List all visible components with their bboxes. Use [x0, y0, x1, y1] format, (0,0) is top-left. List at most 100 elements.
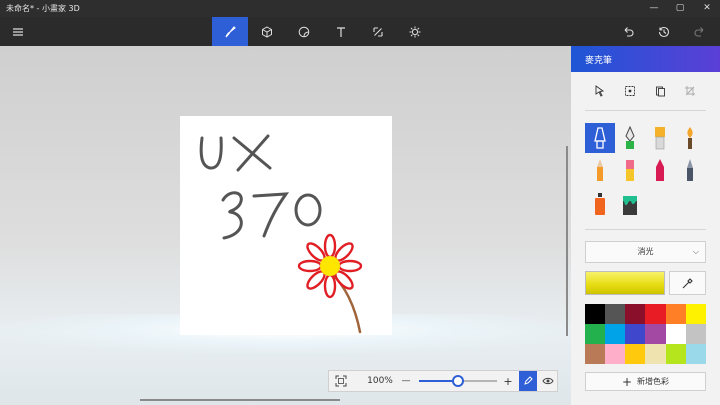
main-toolbar [0, 17, 720, 46]
calligraphy-pen-brush[interactable] [615, 123, 645, 153]
color-swatch[interactable] [605, 324, 626, 344]
color-swatch[interactable] [645, 324, 666, 344]
add-color-button[interactable]: + 新增色彩 [585, 372, 706, 391]
watercolor-brush[interactable] [675, 123, 705, 153]
magic-select-button[interactable] [619, 82, 641, 100]
add-color-label: 新增色彩 [637, 377, 670, 386]
zoom-out-button[interactable]: — [399, 371, 413, 391]
zoom-slider[interactable] [419, 375, 497, 387]
spray-can-brush[interactable] [585, 189, 615, 219]
color-swatch[interactable] [645, 344, 666, 364]
close-button[interactable]: ✕ [694, 0, 720, 17]
text-icon [337, 26, 345, 37]
color-swatch[interactable] [625, 304, 646, 324]
pixel-pen-icon [687, 159, 693, 181]
color-swatch[interactable] [625, 344, 646, 364]
menu-button[interactable] [0, 17, 36, 46]
color-swatch[interactable] [665, 304, 686, 324]
zoom-slider-thumb[interactable] [452, 375, 464, 387]
cube-icon [262, 25, 272, 38]
eyedropper-button[interactable] [669, 271, 706, 295]
finish-dropdown[interactable]: 消光 ⌵ [585, 241, 706, 263]
zoom-bar: 100% — + [328, 370, 558, 392]
color-swatch[interactable] [585, 324, 606, 344]
spray-can-icon [595, 193, 605, 215]
eraser-icon [626, 160, 634, 181]
magic-select-icon [625, 86, 635, 96]
color-swatch[interactable] [605, 304, 626, 324]
marker-brush[interactable] [585, 123, 615, 153]
eye-icon [542, 377, 554, 385]
pencil-icon [597, 159, 603, 181]
history-icon [658, 26, 670, 37]
menu-icon [13, 27, 23, 36]
color-swatch[interactable] [585, 304, 606, 324]
fit-view-icon [335, 375, 347, 387]
fill-bucket-brush[interactable] [615, 189, 645, 219]
tab-text[interactable] [323, 17, 359, 46]
maximize-button[interactable]: ▢ [667, 0, 693, 17]
color-swatch[interactable] [585, 344, 606, 364]
history-button[interactable] [646, 17, 682, 46]
color-swatch[interactable] [685, 304, 706, 324]
crayon-brush[interactable] [645, 155, 675, 185]
fill-bucket-icon [623, 196, 637, 215]
crop-icon [685, 86, 695, 96]
color-swatch[interactable] [665, 324, 686, 344]
horizontal-scrollbar[interactable] [140, 399, 340, 401]
plus-icon: + [621, 374, 633, 389]
effects-icon [409, 26, 421, 37]
window-title: 未命名* - 小畫家 3D [6, 4, 80, 13]
brush-icon [225, 25, 236, 37]
tab-brushes[interactable] [212, 17, 248, 46]
zoom-in-button[interactable]: + [501, 371, 515, 391]
color-swatch[interactable] [685, 324, 706, 344]
title-bar: 未命名* - 小畫家 3D — ▢ ✕ [0, 0, 720, 17]
marker-icon [594, 127, 606, 149]
canvas-icon [373, 26, 383, 37]
color-swatch[interactable] [605, 344, 626, 364]
redo-icon [694, 26, 704, 37]
drawing-strokes [199, 134, 363, 334]
color-swatch[interactable] [625, 324, 646, 344]
oil-brush-icon [655, 127, 665, 150]
color-swatch[interactable] [685, 344, 706, 364]
view-mode-button[interactable] [538, 371, 558, 391]
tab-effects[interactable] [397, 17, 433, 46]
current-color[interactable] [585, 271, 665, 295]
cursor-icon [595, 85, 605, 97]
undo-icon [624, 26, 634, 37]
panel-title: 麥克筆 [571, 46, 720, 72]
crayon-icon [656, 159, 664, 181]
color-swatch[interactable] [665, 344, 686, 364]
panel-divider-2 [585, 229, 706, 230]
tab-canvas[interactable] [360, 17, 396, 46]
vertical-scrollbar[interactable] [566, 146, 568, 336]
zoom-level: 100% [367, 376, 393, 386]
color-swatch[interactable] [645, 304, 666, 324]
chevron-down-icon: ⌵ [692, 247, 699, 256]
pen-icon [524, 376, 533, 385]
undo-button[interactable] [610, 17, 646, 46]
redo-button[interactable] [682, 17, 718, 46]
fit-view-button[interactable] [331, 371, 351, 391]
tab-stickers[interactable] [286, 17, 322, 46]
oil-brush[interactable] [645, 123, 675, 153]
color-palette [585, 304, 706, 364]
pencil-brush[interactable] [585, 155, 615, 185]
finish-value: 消光 [637, 247, 654, 256]
copy-button[interactable] [649, 82, 671, 100]
pen-mode-button[interactable] [519, 371, 537, 391]
sticker-icon [298, 26, 310, 37]
watercolor-icon [687, 127, 693, 149]
drawing-canvas[interactable] [180, 116, 392, 335]
eraser-brush[interactable] [615, 155, 645, 185]
calligraphy-pen-icon [625, 125, 635, 149]
select-tool-button[interactable] [589, 82, 611, 100]
canvas-stage[interactable]: 100% — + [0, 46, 571, 405]
crop-button[interactable] [679, 82, 701, 100]
tab-3d-shapes[interactable] [249, 17, 285, 46]
minimize-button[interactable]: — [641, 0, 667, 17]
eyedropper-icon [682, 278, 693, 289]
pixel-pen-brush[interactable] [675, 155, 705, 185]
